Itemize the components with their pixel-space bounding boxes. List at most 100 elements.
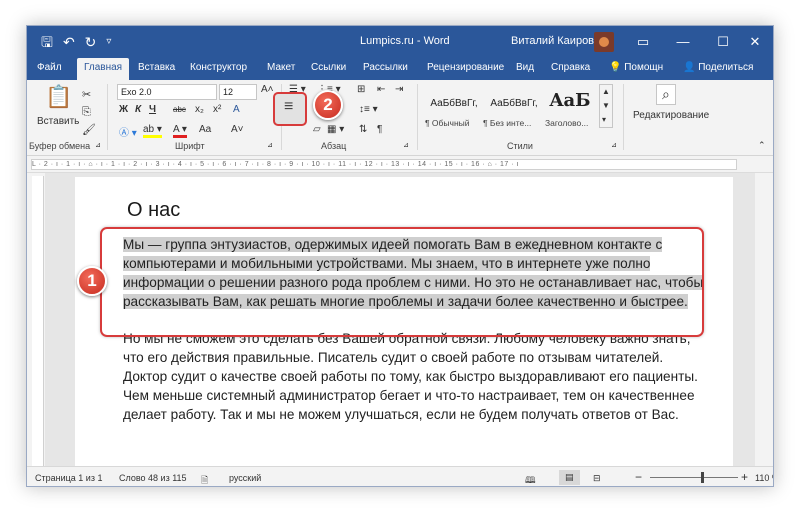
divider <box>623 84 624 150</box>
increase-indent-icon[interactable]: ⇥ <box>395 84 403 95</box>
style-normal[interactable]: АаБбВвГг, <box>425 84 483 138</box>
tab-insert[interactable]: Вставка <box>138 62 175 73</box>
style-normal-name: ¶ Обычный <box>425 118 470 128</box>
lightbulb-icon: 💡 <box>609 62 622 73</box>
tab-references[interactable]: Ссылки <box>311 62 346 73</box>
shrink-font-icon[interactable]: A˅ <box>231 124 244 135</box>
style-no-spacing-name: ¶ Без инте... <box>483 118 532 128</box>
font-color-icon[interactable]: A ▾ <box>173 124 187 138</box>
zoom-slider-thumb[interactable] <box>701 472 704 483</box>
status-bar: Страница 1 из 1 Слово 48 из 115 🗎 русски… <box>27 466 773 486</box>
zoom-out-button[interactable]: − <box>635 470 642 484</box>
styles-gallery-scroll[interactable]: ▲ ▼ ▾ <box>599 84 613 128</box>
superscript-button[interactable]: x² <box>213 104 221 115</box>
document-title: Lumpics.ru - Word <box>360 35 450 47</box>
styles-launcher-icon[interactable]: ⊿ <box>611 141 617 149</box>
read-mode-icon[interactable]: 🕮 <box>525 473 536 486</box>
tab-review[interactable]: Рецензирование <box>427 62 504 73</box>
ribbon: 📋 Вставить ✂ ⎘ 🖌 Буфер обмена ⊿ Exo 2.0 … <box>27 80 773 156</box>
step-badge-1: 1 <box>77 266 107 296</box>
tab-design[interactable]: Конструктор <box>190 62 247 73</box>
share-person-icon: 👤 <box>683 62 696 73</box>
save-icon[interactable]: 🖫 <box>41 33 53 51</box>
editing-button[interactable]: Редактирование <box>633 110 709 121</box>
group-clipboard-label: Буфер обмена <box>29 141 91 151</box>
page-title[interactable]: О нас <box>127 199 180 222</box>
show-marks-icon[interactable]: ¶ <box>377 124 382 135</box>
avatar[interactable] <box>594 32 614 52</box>
clipboard-launcher-icon[interactable]: ⊿ <box>95 141 101 149</box>
style-heading-name: Заголово... <box>545 118 589 128</box>
clear-format-icon[interactable]: A <box>233 104 240 115</box>
word-window: 🖫 ↶ ↻ ▿ Lumpics.ru - Word Виталий Каиров… <box>26 25 774 487</box>
font-name-select[interactable]: Exo 2.0 <box>117 84 217 100</box>
font-launcher-icon[interactable]: ⊿ <box>267 141 273 149</box>
close-button[interactable]: ✕ <box>735 26 773 58</box>
customize-qat-icon[interactable]: ▿ <box>106 33 111 51</box>
change-case-button[interactable]: Aa <box>199 124 211 135</box>
group-paragraph-label: Абзац <box>321 141 347 151</box>
sort-icon[interactable]: ⇅ <box>359 124 367 135</box>
multilevel-list-icon[interactable]: ⊞ <box>357 84 365 95</box>
style-heading1[interactable]: AaБ <box>545 84 595 138</box>
italic-button[interactable]: К <box>135 104 141 115</box>
underline-button[interactable]: Ч <box>149 104 156 115</box>
horizontal-ruler: L · 2 · ı · 1 · ı · ⌂ · ı · 1 · ı · 2 · … <box>27 156 773 173</box>
subscript-button[interactable]: x₂ <box>195 104 204 115</box>
selection-highlight-frame <box>100 227 704 337</box>
bold-button[interactable]: Ж <box>119 104 128 115</box>
shading-icon[interactable]: ▱ <box>313 124 321 135</box>
grow-font-icon[interactable]: A˄ <box>261 84 274 95</box>
tab-help[interactable]: Справка <box>551 62 590 73</box>
ruler-scale: L · 2 · ı · 1 · ı · ⌂ · ı · 1 · ı · 2 · … <box>31 159 737 170</box>
page-count[interactable]: Страница 1 из 1 <box>35 473 102 483</box>
align-left-button[interactable] <box>273 92 307 126</box>
zoom-slider[interactable] <box>650 477 738 478</box>
language-label[interactable]: русский <box>229 473 261 483</box>
paste-icon[interactable]: 📋 <box>45 84 72 110</box>
ribbon-display-options-icon[interactable]: ▭ <box>623 26 663 58</box>
paragraph-text[interactable]: Но мы не сможем это сделать без Вашей об… <box>123 329 703 424</box>
copy-icon[interactable]: ⎘ <box>82 106 91 119</box>
user-name[interactable]: Виталий Каиров <box>511 35 594 47</box>
proofing-icon[interactable]: 🗎 <box>201 473 208 486</box>
title-bar: 🖫 ↶ ↻ ▿ Lumpics.ru - Word Виталий Каиров… <box>27 26 773 58</box>
group-font-label: Шрифт <box>175 141 205 151</box>
tab-file[interactable]: Файл <box>37 62 62 73</box>
highlight-color-icon[interactable]: ab ▾ <box>143 124 162 138</box>
tab-layout[interactable]: Макет <box>267 62 295 73</box>
paste-button[interactable]: Вставить <box>37 116 79 127</box>
print-layout-icon[interactable]: ▤ <box>559 470 580 485</box>
font-size-select[interactable]: 12 <box>219 84 257 100</box>
format-painter-icon[interactable]: 🖌 <box>82 123 96 136</box>
decrease-indent-icon[interactable]: ⇤ <box>377 84 385 95</box>
paragraph-launcher-icon[interactable]: ⊿ <box>403 141 409 149</box>
borders-icon[interactable]: ▦ ▾ <box>327 124 344 135</box>
text-effects-icon[interactable]: Ⓐ ▾ <box>119 124 137 139</box>
collapse-ribbon-icon[interactable]: ⌃ <box>758 140 766 151</box>
divider <box>417 84 418 150</box>
quick-access-toolbar: 🖫 ↶ ↻ ▿ <box>41 33 111 51</box>
ribbon-tabs: Файл Главная Вставка Конструктор Макет С… <box>27 58 773 80</box>
step-badge-2: 2 <box>313 90 343 120</box>
vertical-ruler <box>32 176 44 466</box>
tab-tell-me[interactable]: 💡 Помощн <box>609 62 663 73</box>
strikethrough-button[interactable]: abc <box>173 105 186 114</box>
line-spacing-icon[interactable]: ↕≡ ▾ <box>359 104 378 115</box>
group-styles-label: Стили <box>507 141 533 151</box>
search-icon[interactable]: ⌕ <box>656 84 676 105</box>
minimize-button[interactable]: — <box>663 26 703 58</box>
undo-icon[interactable]: ↶ <box>63 33 75 51</box>
tab-home[interactable]: Главная <box>77 58 130 80</box>
cut-icon[interactable]: ✂ <box>82 88 91 101</box>
redo-icon[interactable]: ↻ <box>85 33 97 51</box>
web-layout-icon[interactable]: ⊟ <box>593 473 601 484</box>
zoom-level[interactable]: 110 % <box>755 473 773 483</box>
zoom-in-button[interactable]: + <box>741 470 748 484</box>
style-no-spacing[interactable]: АаБбВвГг, <box>485 84 543 138</box>
tab-mailings[interactable]: Рассылки <box>363 62 408 73</box>
word-count[interactable]: Слово 48 из 115 <box>119 473 187 483</box>
tab-share[interactable]: 👤 Поделиться <box>683 62 753 73</box>
divider <box>107 84 108 150</box>
tab-view[interactable]: Вид <box>516 62 534 73</box>
